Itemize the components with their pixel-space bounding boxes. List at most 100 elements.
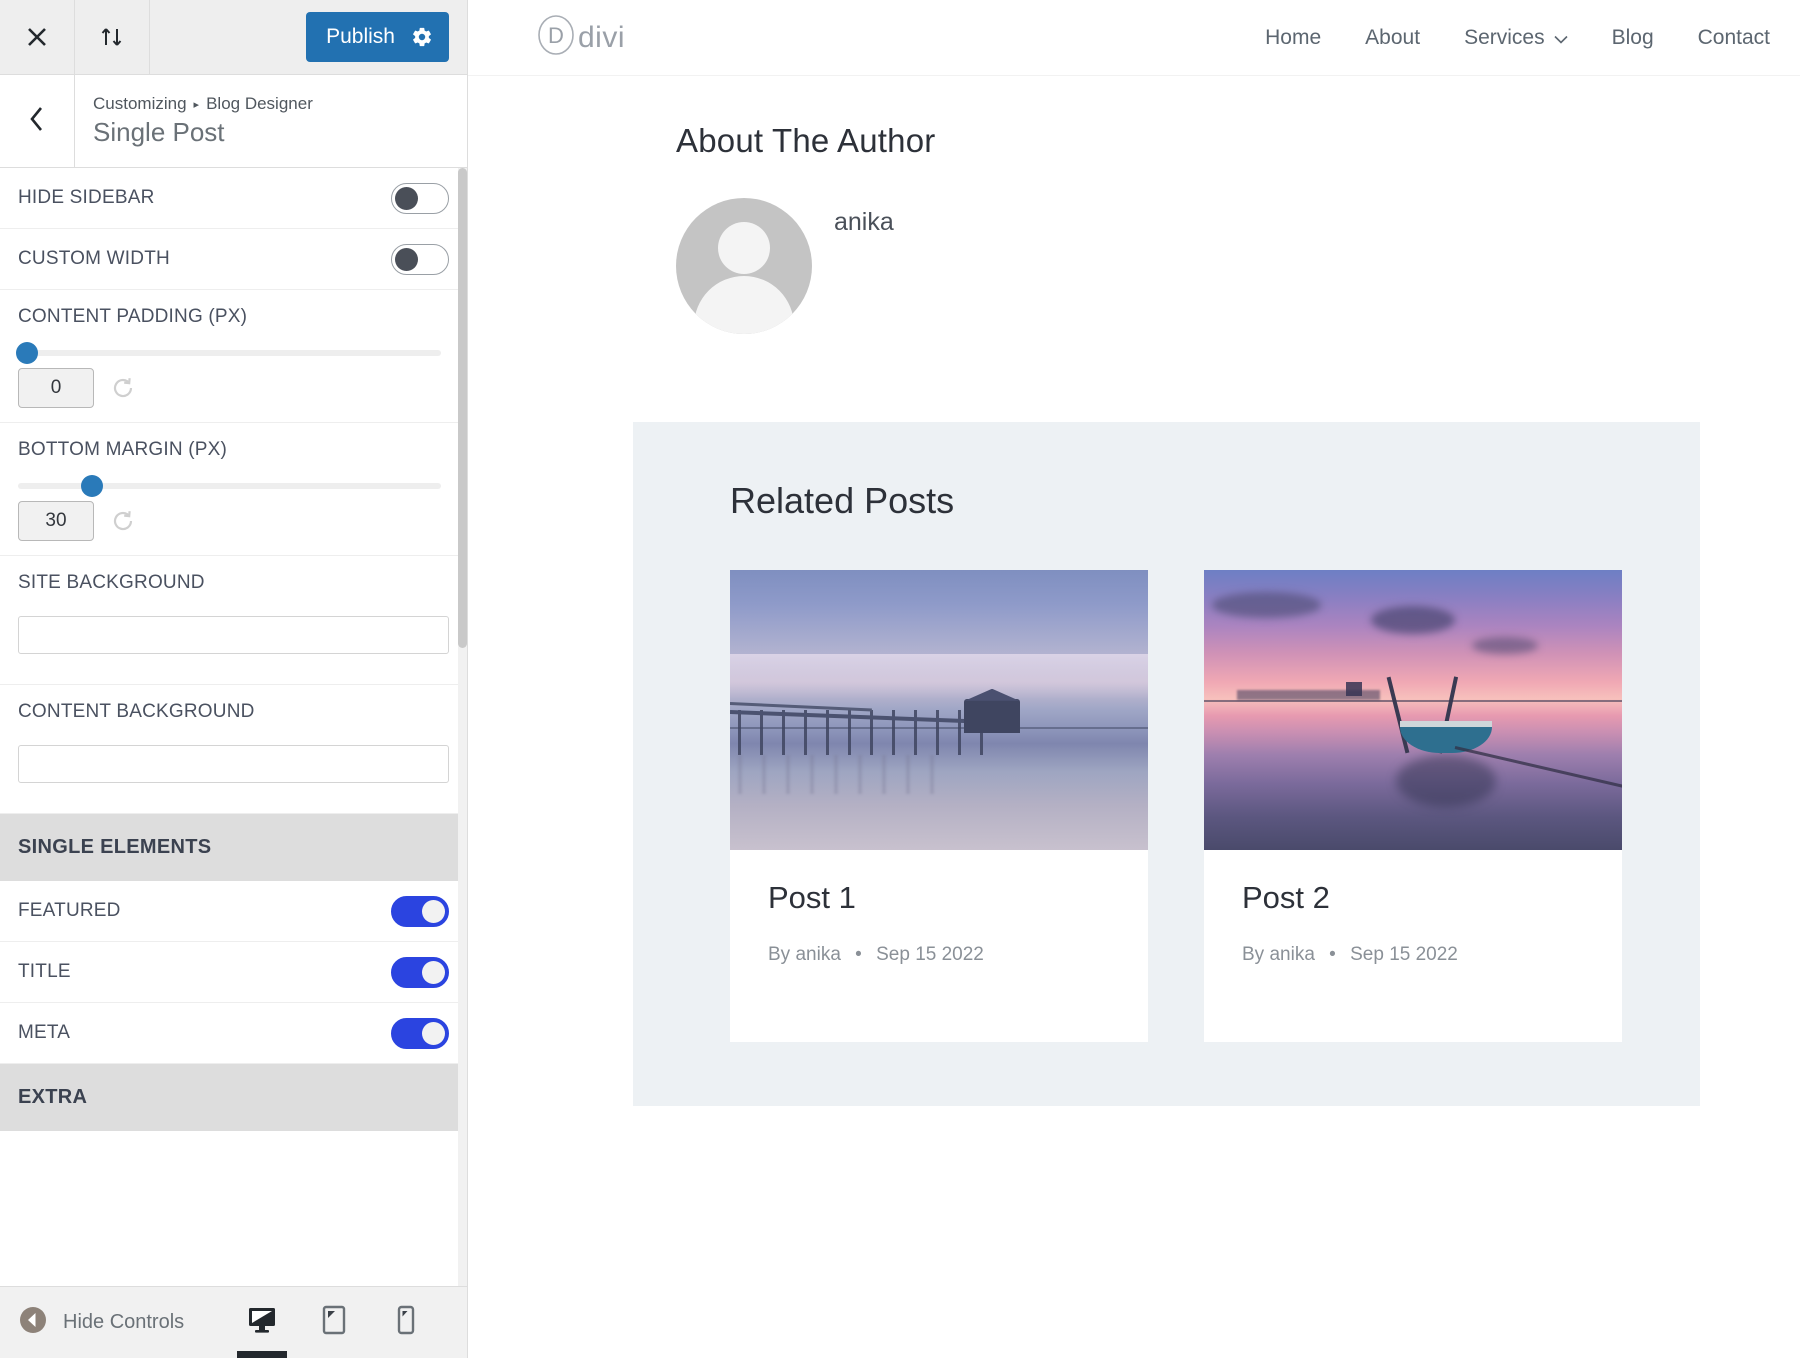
control-label: HIDE SIDEBAR xyxy=(18,187,155,209)
post-thumbnail-boat-at-sunset-image[interactable] xyxy=(1204,570,1622,850)
slider-knob[interactable] xyxy=(81,475,103,497)
bottom-margin-slider[interactable] xyxy=(18,483,441,489)
control-title: TITLE xyxy=(0,942,467,1003)
svg-text:D: D xyxy=(548,23,564,48)
oar xyxy=(1387,677,1410,754)
hide-sidebar-toggle[interactable] xyxy=(391,183,449,214)
nav-item-home[interactable]: Home xyxy=(1265,26,1321,50)
post-by-label: By xyxy=(768,944,790,965)
chevron-down-icon xyxy=(1554,26,1568,50)
panel-header-text: Customizing ▸ Blog Designer Single Post xyxy=(75,75,313,167)
control-custom-width: CUSTOM WIDTH xyxy=(0,229,467,290)
stilt-hut xyxy=(1346,682,1362,696)
about-author-section: About The Author anika xyxy=(468,76,1800,334)
hide-controls-button[interactable]: Hide Controls xyxy=(18,1305,184,1340)
water-reflection xyxy=(738,755,947,794)
device-tablet-button[interactable] xyxy=(317,1302,351,1344)
site-logo-text: divi xyxy=(578,21,625,55)
gear-icon[interactable] xyxy=(411,26,433,48)
cloud xyxy=(1212,592,1321,617)
mobile-icon xyxy=(397,1305,415,1340)
control-label: FEATURED xyxy=(18,900,121,922)
close-customizer-button[interactable] xyxy=(0,0,75,75)
nav-item-contact[interactable]: Contact xyxy=(1698,26,1770,50)
nav-label: Services xyxy=(1464,26,1545,50)
desktop-icon xyxy=(247,1306,277,1339)
featured-toggle[interactable] xyxy=(391,896,449,927)
breadcrumb-separator-icon: ▸ xyxy=(194,98,200,111)
post-card[interactable]: Post 1 By anika • Sep 15 2022 xyxy=(730,570,1148,1042)
nav-item-services[interactable]: Services xyxy=(1464,26,1568,50)
post-title[interactable]: Post 1 xyxy=(768,880,1110,916)
cloud xyxy=(1371,606,1455,634)
related-posts-section: Related Posts Post 1 xyxy=(633,422,1700,1106)
chevron-left-icon xyxy=(27,105,47,138)
toggle-knob xyxy=(422,1022,445,1045)
content-background-color-field[interactable] xyxy=(18,745,449,783)
nav-label: About xyxy=(1365,26,1420,50)
breadcrumb-root: Customizing xyxy=(93,94,187,114)
divi-logo-icon: D xyxy=(536,13,576,62)
collapse-left-icon xyxy=(18,1305,48,1340)
devices-toggle-button[interactable] xyxy=(75,0,150,75)
meta-separator: • xyxy=(1329,944,1336,965)
control-label: META xyxy=(18,1022,70,1044)
post-author[interactable]: anika xyxy=(1269,944,1314,965)
site-logo[interactable]: D divi xyxy=(536,13,625,62)
bottom-margin-input[interactable] xyxy=(18,501,94,541)
scrollbar-thumb[interactable] xyxy=(458,168,467,648)
device-mobile-button[interactable] xyxy=(389,1302,423,1344)
publish-area: Publish xyxy=(306,12,467,62)
breadcrumb[interactable]: Customizing ▸ Blog Designer xyxy=(93,94,313,114)
horizon-line xyxy=(1204,700,1622,702)
reset-icon[interactable] xyxy=(110,508,136,534)
boathouse xyxy=(964,699,1020,733)
nav-item-about[interactable]: About xyxy=(1365,26,1420,50)
close-x-icon xyxy=(25,25,49,49)
publish-button[interactable]: Publish xyxy=(306,12,449,62)
back-button[interactable] xyxy=(0,75,75,167)
section-header-extra[interactable]: EXTRA xyxy=(0,1064,467,1131)
post-thumbnail-pier-at-dusk-image[interactable] xyxy=(730,570,1148,850)
meta-toggle[interactable] xyxy=(391,1018,449,1049)
site-background-color-field[interactable] xyxy=(18,616,449,654)
default-avatar-icon xyxy=(676,198,812,334)
post-date: Sep 15 2022 xyxy=(876,944,984,965)
tablet-icon xyxy=(322,1305,346,1340)
customizer-scrollbar[interactable] xyxy=(458,168,467,1286)
publish-label: Publish xyxy=(326,25,395,49)
site-nav: Home About Services Blog Contact xyxy=(1265,26,1770,50)
control-label: CONTENT BACKGROUND xyxy=(18,701,449,723)
section-header-single-elements[interactable]: SINGLE ELEMENTS xyxy=(0,814,467,881)
control-hide-sidebar: HIDE SIDEBAR xyxy=(0,168,467,229)
control-label: CONTENT PADDING (PX) xyxy=(18,306,449,328)
content-padding-input[interactable] xyxy=(18,368,94,408)
reset-icon[interactable] xyxy=(110,375,136,401)
author-row: anika xyxy=(676,198,1800,334)
nav-label: Blog xyxy=(1612,26,1654,50)
meta-separator: • xyxy=(855,944,862,965)
control-bottom-margin: BOTTOM MARGIN (PX) xyxy=(0,423,467,556)
content-padding-slider[interactable] xyxy=(18,350,441,356)
related-posts-heading: Related Posts xyxy=(730,480,1638,522)
post-title[interactable]: Post 2 xyxy=(1242,880,1584,916)
customizer-app: Publish Cust xyxy=(0,0,1800,1358)
customizer-sidebar: Publish Cust xyxy=(0,0,468,1358)
title-toggle[interactable] xyxy=(391,957,449,988)
nav-item-blog[interactable]: Blog xyxy=(1612,26,1654,50)
device-preview-buttons xyxy=(245,1302,449,1344)
post-meta: By anika • Sep 15 2022 xyxy=(1242,944,1584,966)
customizer-toolbar: Publish xyxy=(0,0,467,75)
device-desktop-button[interactable] xyxy=(245,1302,279,1344)
related-posts-grid: Post 1 By anika • Sep 15 2022 xyxy=(730,570,1638,1042)
toolbar-spacer xyxy=(150,0,306,75)
nav-label: Contact xyxy=(1698,26,1770,50)
post-author[interactable]: anika xyxy=(795,944,840,965)
control-label: TITLE xyxy=(18,961,71,983)
boat-reflection xyxy=(1396,755,1496,807)
sort-arrows-icon xyxy=(99,25,125,49)
slider-knob[interactable] xyxy=(16,342,38,364)
post-card[interactable]: Post 2 By anika • Sep 15 2022 xyxy=(1204,570,1622,1042)
control-label: BOTTOM MARGIN (PX) xyxy=(18,439,449,461)
custom-width-toggle[interactable] xyxy=(391,244,449,275)
